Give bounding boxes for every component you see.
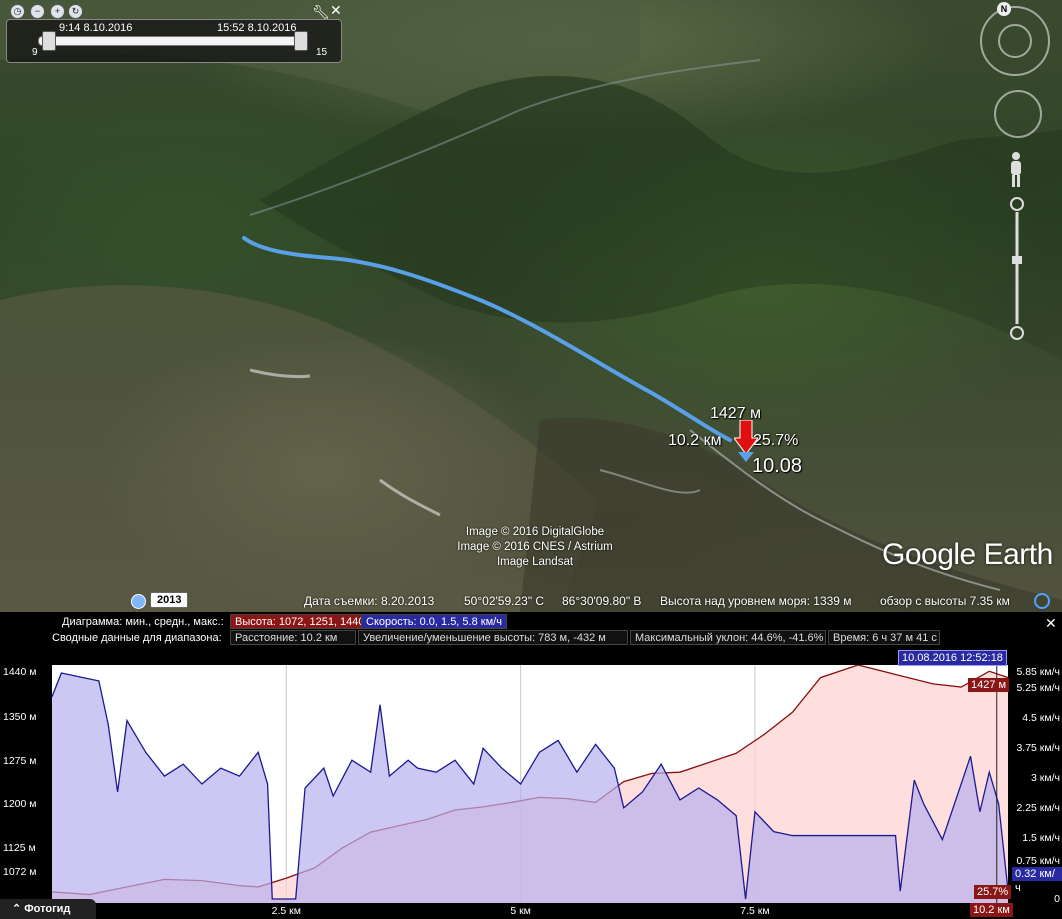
attribution-line: Image © 2016 CNES / Astrium xyxy=(457,541,613,553)
x-tick: 2.5 км xyxy=(271,905,301,917)
time-slider-panel: ◷ − + ↻ 🔧︎ ✕ 9:14 8.10.2016 15:52 8.10.2… xyxy=(4,1,342,63)
zoom-in-time-icon[interactable]: + xyxy=(50,4,65,19)
track-position-label: 10.08 xyxy=(752,455,803,477)
time-range-max: 15 xyxy=(316,47,328,58)
time-slider-track[interactable] xyxy=(38,36,308,46)
x-tick: 7.5 км xyxy=(740,905,770,917)
latitude-readout: 50°02'59.23" С xyxy=(464,594,545,608)
y-right-tick: 4.5 км/ч xyxy=(1022,712,1060,724)
cursor-distance: 10.2 км xyxy=(970,903,1013,917)
elevation-series-toggle[interactable]: Высота: 1072, 1251, 1440 м xyxy=(230,614,381,629)
y-right-tick: 5.85 км/ч xyxy=(1016,666,1060,678)
close-icon[interactable]: ✕ xyxy=(1045,615,1057,632)
imagery-attribution: Image © 2016 DigitalGlobe Image © 2016 C… xyxy=(440,525,630,570)
navigation-controls: N xyxy=(978,0,1062,350)
summary-time: Время: 6 ч 37 м 41 с xyxy=(828,630,940,645)
y-left-tick: 1072 м xyxy=(3,866,37,878)
summary-max-slope: Максимальный уклон: 44.6%, -41.6% xyxy=(630,630,826,645)
attribution-line: Image Landsat xyxy=(496,556,574,568)
close-icon[interactable]: ✕ xyxy=(330,2,342,19)
summary-distance: Расстояние: 10.2 км xyxy=(230,630,356,645)
y-left-tick: 1125 м xyxy=(3,842,36,854)
cursor-grade: 25.7% xyxy=(974,885,1012,899)
google-earth-logo: Google Earth xyxy=(882,538,1053,571)
cursor-elevation: 1427 м xyxy=(968,678,1010,692)
y-right-tick: 0.75 км/ч xyxy=(1016,855,1060,867)
track-grade-label: 25.7% xyxy=(753,432,799,449)
clock-icon[interactable]: ◷ xyxy=(10,4,25,19)
historical-imagery-icon[interactable] xyxy=(131,594,146,609)
zoom-slider[interactable] xyxy=(1010,196,1024,342)
y-right-tick: 0 xyxy=(1054,893,1060,905)
tour-guide-label: Фотогид xyxy=(24,903,71,915)
move-joystick[interactable] xyxy=(994,90,1042,138)
x-tick: 5 км xyxy=(510,905,531,917)
earth-3d-view[interactable]: ◷ − + ↻ 🔧︎ ✕ 9:14 8.10.2016 15:52 8.10.2… xyxy=(0,0,1062,612)
attribution-line: Image © 2016 DigitalGlobe xyxy=(465,526,605,538)
profile-plot xyxy=(51,664,1009,903)
y-right-tick: 1.5 км/ч xyxy=(1022,832,1060,844)
gps-track xyxy=(242,236,732,442)
imagery-year-badge[interactable]: 2013 xyxy=(150,592,189,608)
terrain-shading xyxy=(0,0,1062,612)
eye-altitude-readout: обзор с высоты 7.35 км xyxy=(880,594,1010,608)
time-end-handle[interactable] xyxy=(294,31,308,51)
time-end-label: 15:52 8.10.2016 xyxy=(217,22,297,34)
summary-label: Сводные данные для диапазона: xyxy=(52,632,222,644)
loop-icon[interactable]: ↻ xyxy=(68,4,83,19)
speed-series-toggle[interactable]: Скорость: 0.0, 1.5, 5.8 км/ч xyxy=(361,614,507,629)
imagery-date: Дата съемки: 8.20.2013 xyxy=(304,594,435,608)
longitude-readout: 86°30'09.80" В xyxy=(562,594,642,608)
time-start-label: 9:14 8.10.2016 xyxy=(59,22,133,34)
y-right-tick: 3 км/ч xyxy=(1031,772,1060,784)
track-distance-label: 10.2 км xyxy=(668,432,722,449)
y-left-tick: 1440 м xyxy=(3,666,37,678)
cursor-speed: 0.32 км/ч xyxy=(1012,867,1062,894)
y-right-tick: 3.75 км/ч xyxy=(1016,742,1060,754)
streaming-status-icon xyxy=(1034,593,1050,609)
elevation-profile-chart[interactable] xyxy=(51,664,1009,903)
tour-guide-button[interactable]: ⌃ Фотогид xyxy=(0,899,96,919)
status-bar: 2013 Дата съемки: 8.20.2013 50°02'59.23"… xyxy=(0,591,1062,612)
y-right-tick: 2.25 км/ч xyxy=(1016,802,1060,814)
time-start-handle[interactable] xyxy=(42,31,56,51)
north-icon[interactable]: N xyxy=(997,2,1011,16)
elevation-profile-panel: ✕ Диаграмма: мин., средн., макс.: Высота… xyxy=(0,612,1062,919)
zoom-out-time-icon[interactable]: − xyxy=(30,4,45,19)
time-range-min: 9 xyxy=(32,47,38,58)
legend-label: Диаграмма: мин., средн., макс.: xyxy=(62,616,224,628)
cursor-timestamp: 10.08.2016 12:52:18 xyxy=(898,650,1007,666)
look-joystick[interactable] xyxy=(998,24,1032,58)
summary-elevation-gain: Увеличение/уменьшение высоты: 783 м, -43… xyxy=(358,630,628,645)
y-right-tick: 5.25 км/ч xyxy=(1016,682,1060,694)
y-left-tick: 1200 м xyxy=(3,798,37,810)
altitude-readout: Высота над уровнем моря: 1339 м xyxy=(660,594,852,608)
y-left-tick: 1350 м xyxy=(3,711,37,723)
pegman-icon[interactable] xyxy=(1006,150,1026,190)
y-left-tick: 1275 м xyxy=(3,755,37,767)
